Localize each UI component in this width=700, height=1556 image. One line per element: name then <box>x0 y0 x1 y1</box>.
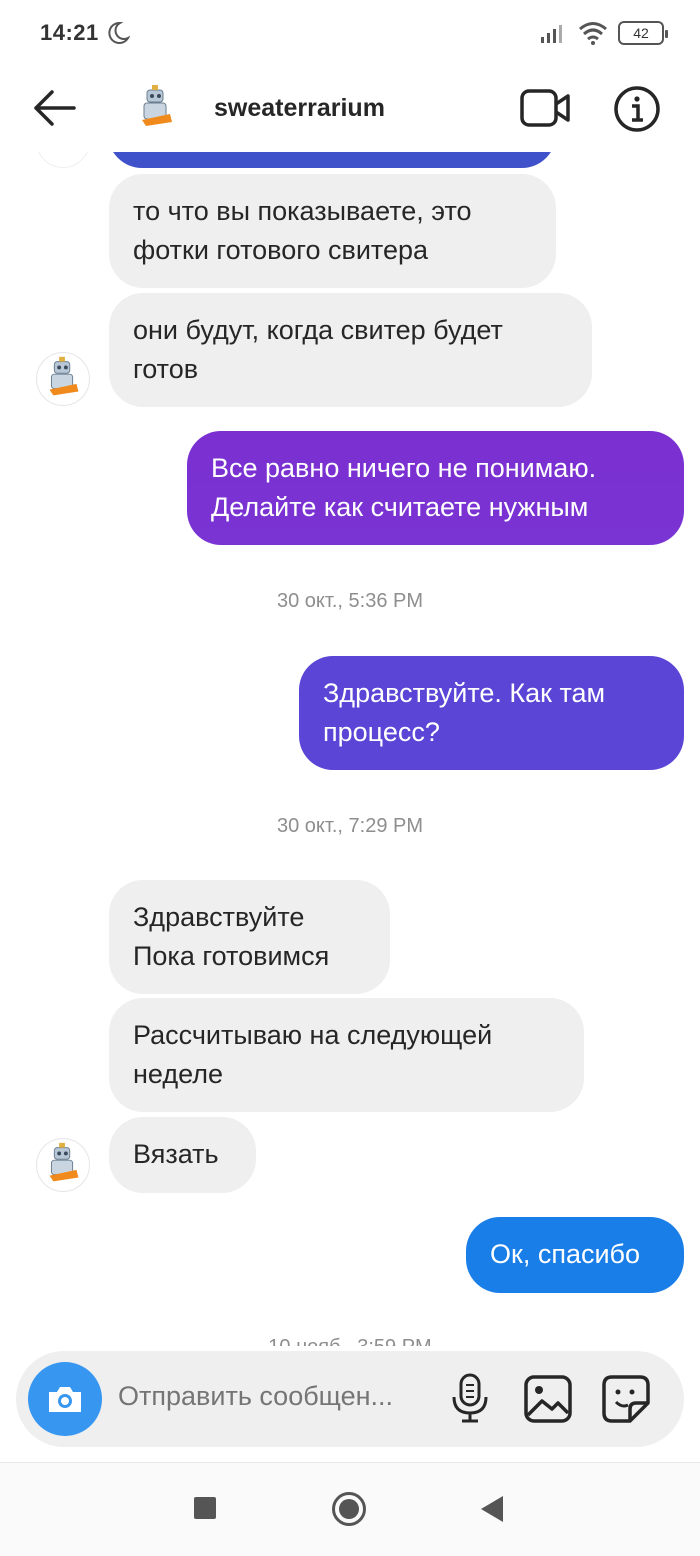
status-time: 14:21 <box>40 20 99 45</box>
timestamp: 10 нояб., 3:59 PM <box>0 1336 700 1346</box>
message-text: Здравствуйте Пока готовимся <box>133 902 330 971</box>
message-incoming[interactable]: Рассчитываю на следующей неделе <box>109 998 584 1112</box>
recent-apps-icon[interactable] <box>194 1497 216 1519</box>
message-incoming[interactable]: они будут, когда свитер будет готов <box>109 293 592 407</box>
message-composer <box>16 1351 684 1447</box>
back-icon[interactable] <box>481 1496 503 1522</box>
info-icon[interactable] <box>612 84 662 134</box>
microphone-icon[interactable] <box>448 1371 492 1425</box>
status-bar: 14:21 42 <box>0 0 700 68</box>
chat-header: sweaterrarium <box>0 68 700 152</box>
moon-icon <box>108 21 130 44</box>
message-outgoing[interactable]: Здравствуйте. Как там процесс? <box>299 656 684 770</box>
message-input[interactable] <box>118 1381 438 1412</box>
message-incoming[interactable]: то что вы показываете, это фотки готовог… <box>109 174 556 288</box>
message-thread[interactable]: то что вы показываете, это фотки готовог… <box>0 152 700 1346</box>
video-call-icon[interactable] <box>518 84 572 132</box>
message-text: они будут, когда свитер будет готов <box>133 315 503 384</box>
message-incoming[interactable]: Здравствуйте Пока готовимся <box>109 880 390 994</box>
message-incoming[interactable]: Вязать <box>109 1117 256 1193</box>
wifi-icon <box>579 22 607 45</box>
chat-username[interactable]: sweaterrarium <box>214 94 385 123</box>
message-outgoing[interactable]: Все равно ничего не понимаю. Делайте как… <box>187 431 684 545</box>
partial-image-message[interactable] <box>108 152 556 168</box>
message-outgoing[interactable]: Ок, спасибо <box>466 1217 684 1293</box>
home-icon[interactable] <box>332 1492 366 1526</box>
timestamp: 30 окт., 7:29 PM <box>277 815 423 837</box>
sticker-icon[interactable] <box>600 1373 652 1425</box>
camera-button[interactable] <box>28 1362 102 1436</box>
back-arrow-icon[interactable] <box>28 84 80 132</box>
message-text: Здравствуйте. Как там процесс? <box>323 678 606 747</box>
camera-icon <box>49 1387 81 1412</box>
avatar <box>36 352 90 406</box>
message-text: Вязать <box>133 1139 219 1169</box>
gallery-icon[interactable] <box>522 1373 574 1425</box>
system-navbar <box>0 1463 700 1556</box>
status-icons: 42 <box>540 18 668 48</box>
message-text: Все равно ничего не понимаю. Делайте как… <box>211 453 597 522</box>
avatar <box>36 152 90 168</box>
timestamp: 30 окт., 5:36 PM <box>277 590 423 612</box>
avatar[interactable] <box>128 80 184 136</box>
avatar <box>36 1138 90 1192</box>
message-text: Рассчитываю на следующей неделе <box>133 1020 493 1089</box>
battery-icon: 42 <box>618 21 668 45</box>
battery-level: 42 <box>633 25 649 41</box>
message-text: Ок, спасибо <box>490 1239 641 1269</box>
message-text: то что вы показываете, это фотки готовог… <box>133 196 472 265</box>
signal-icon <box>541 25 562 43</box>
